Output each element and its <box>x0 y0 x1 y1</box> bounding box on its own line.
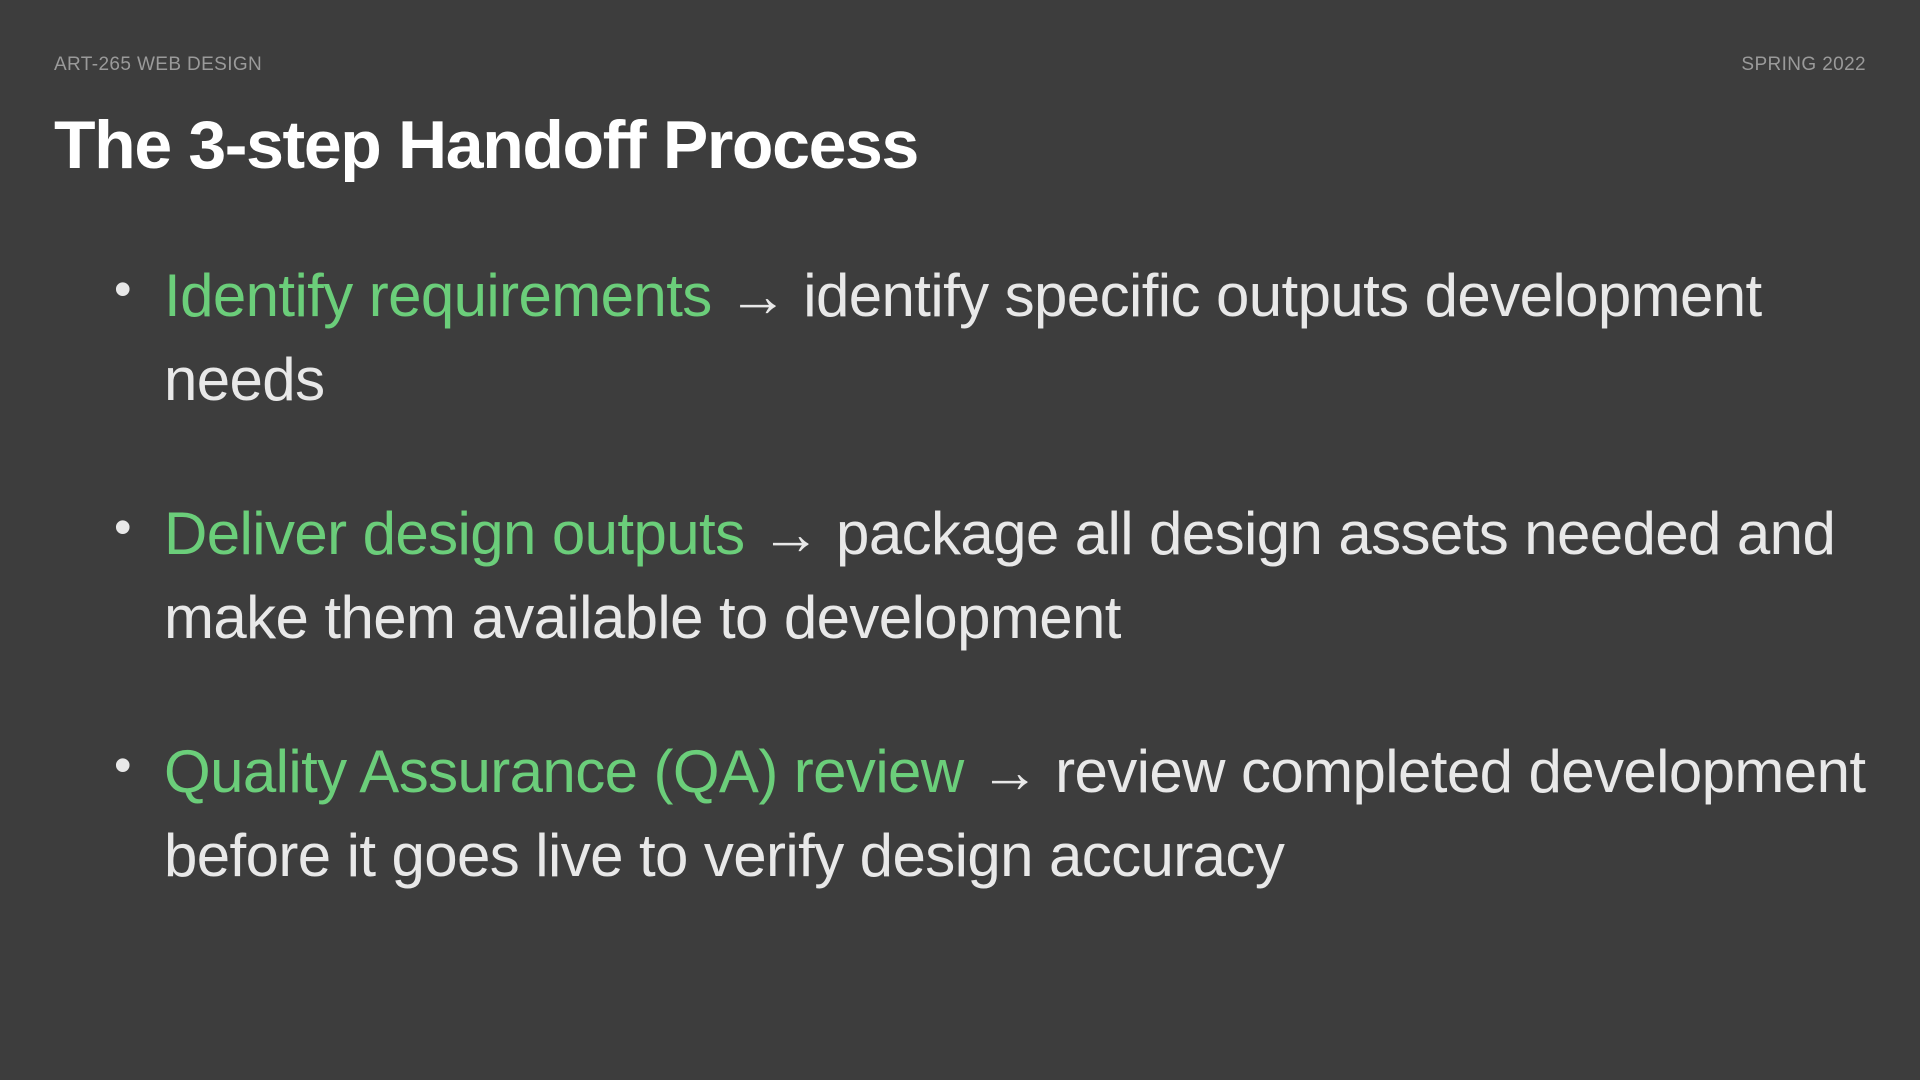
semester-label: SPRING 2022 <box>1741 54 1866 76</box>
bullet-list: Identify requirements → identify specifi… <box>54 254 1866 898</box>
slide-header: ART-265 WEB DESIGN SPRING 2022 <box>54 54 1866 76</box>
arrow-icon: → <box>980 738 1055 805</box>
bullet-item: Quality Assurance (QA) review → review c… <box>114 730 1866 898</box>
bullet-highlight: Quality Assurance (QA) review <box>164 738 964 805</box>
course-label: ART-265 WEB DESIGN <box>54 54 262 76</box>
bullet-highlight: Deliver design outputs <box>164 500 744 567</box>
bullet-item: Deliver design outputs → package all des… <box>114 492 1866 660</box>
slide-title: The 3-step Handoff Process <box>54 106 1866 184</box>
bullet-highlight: Identify requirements <box>164 262 712 329</box>
bullet-item: Identify requirements → identify specifi… <box>114 254 1866 422</box>
arrow-icon: → <box>728 262 803 329</box>
arrow-icon: → <box>761 500 836 567</box>
